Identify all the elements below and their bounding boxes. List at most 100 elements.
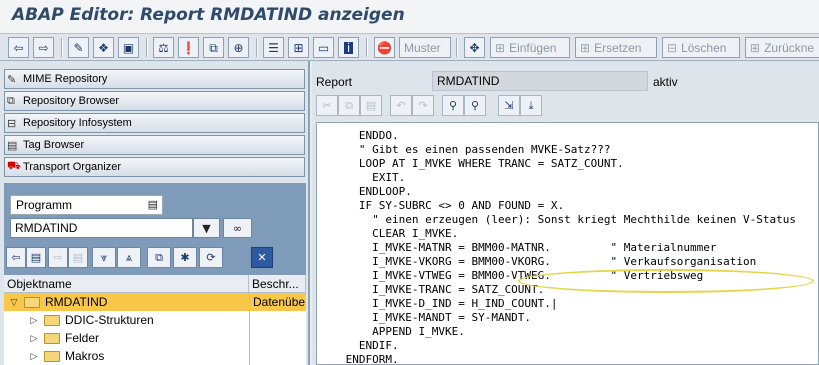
history-icon: ▤ xyxy=(30,251,42,264)
nav-label: Tag Browser xyxy=(23,139,85,151)
folder-icon xyxy=(44,350,60,362)
replace-button[interactable]: ⊞ Ersetzen xyxy=(575,37,657,58)
mark-line-icon[interactable]: ⇲ xyxy=(498,95,520,116)
new-object-icon: ✱ xyxy=(180,251,190,264)
find-next-icon[interactable]: ⚲ xyxy=(464,95,486,116)
tree-row[interactable]: ▽ RMDATIND Datenübe xyxy=(4,293,306,311)
tree-row[interactable]: ▷ Felder xyxy=(4,329,306,347)
undo-label: Zurückne xyxy=(764,40,815,55)
tree-node-label: Makros xyxy=(65,349,105,363)
code-line[interactable]: ENDIF. xyxy=(317,339,818,353)
code-line[interactable]: " Gibt es einen passenden MVKE-Satz??? xyxy=(317,143,818,157)
worklist-icon[interactable]: ⊞ xyxy=(288,37,309,58)
folder-icon xyxy=(24,296,40,308)
test-icon[interactable]: ⧉ xyxy=(203,37,224,58)
object-navigator-pane: ✎ MIME Repository ⧉ Repository Browser ⊟ Re… xyxy=(0,61,310,365)
code-line[interactable]: ENDDO. xyxy=(317,129,818,143)
insert-button[interactable]: ⊞ Einfügen xyxy=(490,37,570,58)
muster-button[interactable]: Muster xyxy=(399,37,451,58)
nav-label: Transport Organizer xyxy=(23,161,122,173)
history-icon: ▤ xyxy=(72,251,84,264)
expanded-triangle-icon[interactable]: ▽ xyxy=(8,297,20,308)
code-line[interactable]: I_MVKE-D_IND = H_IND_COUNT.| xyxy=(317,297,818,311)
tree-header-name[interactable]: Objektname xyxy=(4,275,249,293)
code-line[interactable]: I_MVKE-VKORG = BMM00-VKORG. " Verkaufsor… xyxy=(317,255,818,269)
collapsed-triangle-icon[interactable]: ▷ xyxy=(28,333,40,344)
tree-back-button[interactable]: ⇦ xyxy=(6,247,26,268)
chevron-down-icon: ▼ xyxy=(202,221,211,235)
dropdown-button[interactable]: ▼ xyxy=(193,218,220,238)
delete-button[interactable]: ⊟ Löschen xyxy=(662,37,740,58)
code-line[interactable]: ENDLOOP. xyxy=(317,185,818,199)
tree-node-label: DDIC-Strukturen xyxy=(65,313,154,327)
undo-button[interactable]: ⊞ Zurückne xyxy=(745,37,819,58)
code-line[interactable]: APPEND I_MVKE. xyxy=(317,325,818,339)
activate-icon[interactable]: ❗ xyxy=(178,37,199,58)
object-name-input[interactable]: RMDATIND xyxy=(10,218,193,238)
nav-mime-repository[interactable]: ✎ MIME Repository xyxy=(4,69,305,89)
delete-label: Löschen xyxy=(681,40,727,55)
mime-icon: ✎ xyxy=(7,73,17,86)
nav-label: MIME Repository xyxy=(23,73,108,85)
object-type-select[interactable]: Programm ▤ xyxy=(10,195,163,215)
collapsed-triangle-icon[interactable]: ▷ xyxy=(28,351,40,362)
check-icon[interactable]: ⚖ xyxy=(153,37,174,58)
code-line[interactable]: " einen erzeugen (leer): Sonst kriegt Me… xyxy=(317,213,818,227)
tree-row[interactable]: ▷ DDIC-Strukturen xyxy=(4,311,306,329)
copy-icon[interactable]: ⧉ xyxy=(338,95,360,116)
code-line[interactable]: CLEAR I_MVKE. xyxy=(317,227,818,241)
tree-header-desc[interactable]: Beschr... xyxy=(249,275,306,293)
folder-icon xyxy=(44,332,60,344)
nav-transport-organizer[interactable]: ⛟ Transport Organizer xyxy=(4,157,305,177)
tree-new-button[interactable]: ✱ xyxy=(173,247,197,268)
tree-history-button[interactable]: ▤ xyxy=(26,247,46,268)
muster-label: Muster xyxy=(404,40,441,55)
tree-node-desc xyxy=(249,347,306,365)
tree-node-desc: Datenübe xyxy=(249,293,306,311)
pretty-printer-icon[interactable]: ✥ xyxy=(464,37,485,58)
paste-icon[interactable]: ▤ xyxy=(360,95,382,116)
toolbar-separator xyxy=(146,38,148,57)
insert-label: Einfügen xyxy=(509,40,557,55)
undo-icon[interactable]: ↶ xyxy=(390,95,412,116)
tree-row[interactable]: ▷ Makros xyxy=(4,347,306,365)
tree-refresh-button[interactable]: ⟳ xyxy=(199,247,223,268)
nav-tag-browser[interactable]: ▤ Tag Browser xyxy=(4,135,305,155)
code-line[interactable]: I_MVKE-MANDT = SY-MANDT. xyxy=(317,311,818,325)
expand-icon: ⩔ xyxy=(100,250,108,264)
tree-forward-button[interactable]: ⇨ xyxy=(48,247,68,268)
code-editor[interactable]: ENDDO. " Gibt es einen passenden MVKE-Sa… xyxy=(316,122,819,365)
display-change-icon[interactable]: ✎ xyxy=(68,37,89,58)
nav-repository-infosystem[interactable]: ⊟ Repository Infosystem xyxy=(4,113,305,133)
back-arrow-icon[interactable]: ⇦ xyxy=(8,37,29,58)
tree-forward-history-button[interactable]: ▤ xyxy=(68,247,88,268)
tree-hierarchy-button[interactable]: ⧉ xyxy=(147,247,171,268)
breakpoint-icon[interactable]: ⛔ xyxy=(374,37,395,58)
tree-close-button[interactable]: ✕ xyxy=(251,247,273,268)
info-icon[interactable]: i xyxy=(338,37,359,58)
cut-icon[interactable]: ✂ xyxy=(316,95,338,116)
active-inactive-icon[interactable]: ❖ xyxy=(93,37,114,58)
tree-expand-button[interactable]: ⩔ xyxy=(92,247,116,268)
toolbar-separator xyxy=(256,38,258,57)
code-line[interactable]: LOOP AT I_MVKE WHERE TRANC = SATZ_COUNT. xyxy=(317,157,818,171)
insert-from-clipboard-icon[interactable]: ⤓ xyxy=(520,95,542,116)
object-list-icon[interactable]: ☰ xyxy=(263,37,284,58)
code-line[interactable]: EXIT. xyxy=(317,171,818,185)
code-line[interactable]: IF SY-SUBRC <> 0 AND FOUND = X. xyxy=(317,199,818,213)
display-button[interactable]: ∞ xyxy=(223,218,252,238)
code-line[interactable]: ENDFORM. xyxy=(317,353,818,364)
redo-icon[interactable]: ↷ xyxy=(412,95,434,116)
forward-arrow-icon[interactable]: ⇨ xyxy=(33,37,54,58)
nav-repository-browser[interactable]: ⧉ Repository Browser xyxy=(4,91,305,111)
collapsed-triangle-icon[interactable]: ▷ xyxy=(28,315,40,326)
other-object-icon[interactable]: ▣ xyxy=(118,37,139,58)
nav-label: Repository Browser xyxy=(23,95,119,107)
replace-icon: ⊞ xyxy=(580,40,591,55)
code-line[interactable]: I_MVKE-MATNR = BMM00-MATNR. " Materialnu… xyxy=(317,241,818,255)
find-icon[interactable]: ⚲ xyxy=(442,95,464,116)
tree-collapse-button[interactable]: ⩓ xyxy=(117,247,141,268)
where-used-icon[interactable]: ⊕ xyxy=(228,37,249,58)
folder-icon xyxy=(44,314,60,326)
navigation-window-icon[interactable]: ▭ xyxy=(313,37,334,58)
